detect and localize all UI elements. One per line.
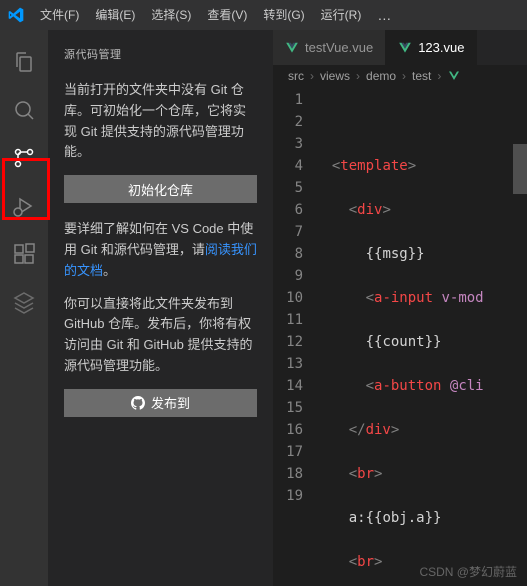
scm-message-3: 你可以直接将此文件夹发布到 GitHub 仓库。发布后，你将有权访问由 Git …: [64, 294, 257, 377]
watermark: CSDN @梦幻蔚蓝: [419, 563, 517, 580]
vue-icon: [285, 41, 299, 55]
explorer-icon[interactable]: [0, 38, 48, 86]
search-icon[interactable]: [0, 86, 48, 134]
scm-message-1: 当前打开的文件夹中没有 Git 仓库。可初始化一个仓库，它将实现 Git 提供支…: [64, 80, 257, 163]
editor-tabs: testVue.vue 123.vue: [273, 30, 527, 65]
scm-message-2: 要详细了解如何在 VS Code 中使用 Git 和源代码管理，请阅读我们的文档…: [64, 219, 257, 281]
highlight-annotation: [2, 158, 50, 220]
sidebar-scm: 源代码管理 当前打开的文件夹中没有 Git 仓库。可初始化一个仓库，它将实现 G…: [48, 30, 273, 586]
vue-icon: [448, 70, 460, 82]
editor-area: testVue.vue 123.vue src› views› demo› te…: [273, 30, 527, 586]
code-content[interactable]: <template> <div> {{msg}} <a-input v-mod …: [315, 87, 527, 586]
menu-more[interactable]: …: [369, 0, 399, 30]
init-repo-button[interactable]: 初始化仓库: [64, 175, 257, 203]
tab-testvue[interactable]: testVue.vue: [273, 30, 386, 65]
publish-github-button[interactable]: 发布到: [64, 389, 257, 417]
menu-file[interactable]: 文件(F): [32, 0, 87, 30]
line-gutter: 12345678910111213141516171819: [273, 87, 315, 586]
breadcrumb[interactable]: src› views› demo› test›: [273, 65, 527, 87]
menu-select[interactable]: 选择(S): [143, 0, 199, 30]
activity-bar: [0, 30, 48, 586]
sidebar-title: 源代码管理: [48, 38, 273, 70]
vscode-icon: [8, 7, 24, 23]
github-icon: [131, 396, 145, 410]
menu-goto[interactable]: 转到(G): [255, 0, 312, 30]
menu-view[interactable]: 查看(V): [199, 0, 255, 30]
vue-icon: [398, 41, 412, 55]
scrollbar-vertical[interactable]: [513, 144, 527, 194]
extensions-icon[interactable]: [0, 230, 48, 278]
menu-edit[interactable]: 编辑(E): [87, 0, 143, 30]
code-editor[interactable]: 12345678910111213141516171819 <template>…: [273, 87, 527, 586]
remote-icon[interactable]: [0, 278, 48, 326]
menu-bar: 文件(F) 编辑(E) 选择(S) 查看(V) 转到(G) 运行(R) …: [32, 0, 399, 30]
menu-run[interactable]: 运行(R): [313, 0, 370, 30]
tab-123vue[interactable]: 123.vue: [386, 30, 477, 65]
